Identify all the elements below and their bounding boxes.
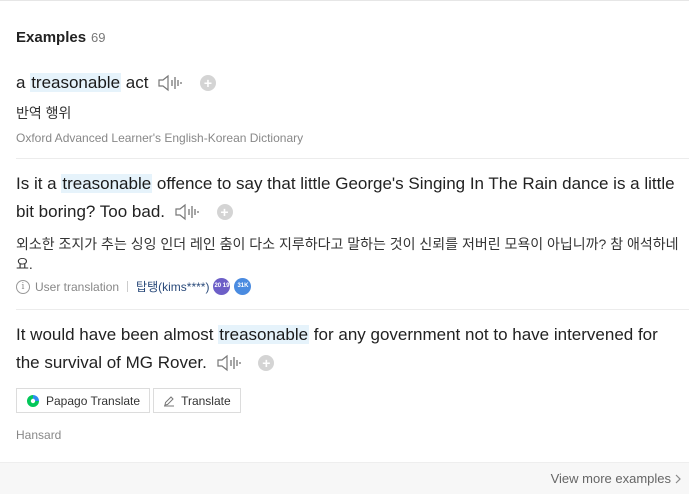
add-icon[interactable]: + [258,355,275,371]
translate-label: Translate [181,393,231,408]
examples-header: Examples 69 [16,29,106,46]
translate-buttons: Papago Translate Translate [16,388,683,413]
year-badge: 20 19 [213,278,231,295]
view-more-label: View more examples [550,471,671,486]
examples-count: 69 [91,30,106,45]
user-name-link[interactable]: 탑탱(kims****) [136,278,209,295]
example-item: It would have been almost treasonable fo… [16,321,683,442]
example-item: a treasonable act + 반역 행위 Oxford Advance… [16,69,683,145]
keyword-highlight: treasonable [218,325,310,344]
papago-translate-button[interactable]: Papago Translate [16,388,151,413]
count-badge: 31K [234,278,252,295]
example-sentence: It would have been almost treasonable fo… [16,321,683,381]
keyword-highlight: treasonable [61,174,153,193]
top-border [0,0,689,1]
divider [16,309,689,310]
speaker-icon[interactable] [158,73,184,101]
sentence-text: Is it a [16,174,62,193]
info-icon[interactable]: i [16,279,30,294]
sentence-text: It would have been almost [16,325,219,344]
translate-button[interactable]: Translate [153,388,241,413]
pencil-icon [163,395,175,407]
example-translation: 외소한 조지가 추는 싱잉 인더 레인 춤이 다소 지루하다고 말하는 것이 신… [16,236,679,272]
separator [127,281,129,292]
view-more-examples-link[interactable]: View more examples [551,471,681,486]
footer-bar: View more examples [0,462,689,494]
sentence-text: a [16,73,31,92]
papago-translate-label: Papago Translate [46,393,141,408]
speaker-icon[interactable] [175,202,201,230]
speaker-icon[interactable] [216,353,243,381]
example-source: Oxford Advanced Learner's English-Korean… [16,131,304,145]
chevron-right-icon [675,474,681,484]
user-translation-label: User translation [35,279,120,294]
add-icon[interactable]: + [216,204,233,220]
example-translation: 반역 행위 [16,105,72,121]
papago-icon [26,394,40,408]
example-source: Hansard [16,428,62,442]
examples-title: Examples [16,29,87,46]
example-sentence: a treasonable act + [16,69,683,101]
add-icon[interactable]: + [199,75,216,91]
user-translation-meta: i User translation 탑탱(kims****) 20 19 31… [16,278,683,295]
example-item: Is it a treasonable offence to say that … [16,170,683,295]
keyword-highlight: treasonable [30,73,122,92]
sentence-text: act [121,73,149,92]
example-sentence: Is it a treasonable offence to say that … [16,170,683,230]
divider [16,158,689,159]
